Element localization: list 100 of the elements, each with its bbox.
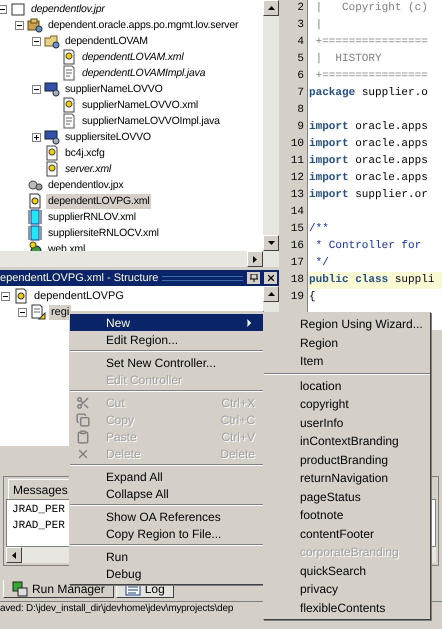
tree-item[interactable]: supplierNameLOVVO [63, 82, 165, 96]
menu-item[interactable]: returnNavigation [264, 469, 430, 488]
tree-item[interactable]: dependentlov.jpx [46, 178, 126, 192]
collapse-icon[interactable] [18, 308, 27, 316]
line-number: 10 [290, 138, 304, 150]
document-icon [61, 113, 77, 129]
pencil-document-icon [30, 304, 46, 320]
line-number: 19 [290, 291, 304, 303]
code-line: { [309, 291, 316, 303]
scroll-left-button[interactable] [6, 547, 22, 563]
menu-item[interactable]: footnote [264, 506, 430, 524]
down-arrow-icon [268, 241, 274, 245]
line-number: 8 [297, 104, 304, 116]
menu-item[interactable]: Region Using Wizard... [264, 315, 430, 334]
column-icon [27, 225, 43, 241]
pin-button[interactable] [247, 272, 260, 284]
close-icon [266, 273, 276, 283]
menu-item[interactable]: Expand All [70, 468, 263, 485]
menu-item[interactable]: Item [264, 352, 430, 370]
file-icon [44, 145, 60, 161]
scroll-right-button[interactable] [247, 251, 263, 267]
tree-item[interactable]: dependentLOVAMImpl.java [80, 66, 208, 80]
tree-item[interactable]: dependentLOVAM.xml [80, 50, 186, 64]
up-arrow-icon [268, 6, 274, 10]
tree-item[interactable]: bc4j.xcfg [63, 146, 107, 160]
close-button[interactable] [264, 272, 277, 284]
database-view-icon [44, 129, 60, 145]
menu-item[interactable]: contentFooter [264, 524, 430, 543]
menu-item[interactable]: quickSearch [264, 562, 430, 580]
menu-item[interactable]: inContextBranding [264, 432, 430, 450]
code-line: import supplier.or [309, 189, 428, 201]
scissors-icon [76, 396, 90, 410]
clipboard-icon [76, 430, 90, 444]
menu-item[interactable]: Run [70, 548, 263, 565]
collapse-icon[interactable] [32, 36, 41, 46]
line-number: 12 [290, 172, 304, 184]
collapse-icon[interactable] [32, 84, 41, 94]
pin-icon [250, 274, 258, 282]
tree-item[interactable]: server.xml [63, 162, 114, 176]
menu-item[interactable]: Copy Region to File... [70, 525, 263, 542]
message-row-text: JRAD_PER [12, 519, 65, 534]
code-line: import oracle.apps [309, 155, 428, 167]
line-number: 11 [290, 155, 304, 167]
folder-icon [44, 33, 60, 49]
vertical-scrollbar[interactable] [263, 0, 279, 251]
line-number: 5 [297, 53, 304, 65]
scroll-down-button[interactable] [263, 235, 279, 251]
code-line: */ [314, 257, 329, 269]
menu-item[interactable]: productBranding [264, 450, 430, 469]
menu-item[interactable]: privacy [264, 580, 430, 598]
tree-item[interactable]: dependentLOVPG.xml [46, 194, 152, 208]
menu-item[interactable]: Show OA References [70, 508, 263, 525]
line-number: 4 [297, 36, 304, 48]
line-number: 9 [297, 121, 304, 133]
line-number: 14 [290, 206, 304, 218]
menu-item[interactable]: New [70, 314, 263, 331]
line-number: 16 [290, 240, 304, 252]
code-line: package supplier.o [309, 87, 428, 99]
collapse-icon[interactable] [0, 4, 7, 14]
menu-item[interactable]: pageStatus [264, 488, 430, 506]
status-text: aved: D:\jdev_install_dir\jdevhome\jdev\myprojects\dep [0, 602, 234, 616]
collapse-icon[interactable] [15, 20, 24, 30]
run-icon [12, 580, 28, 596]
menu-item[interactable]: flexibleContents [264, 598, 430, 617]
tree-item[interactable]: dependentLOVAM [63, 34, 150, 48]
menu-item[interactable]: Edit Region... [70, 331, 263, 348]
code-line: +================ [314, 70, 428, 82]
line-number: 17 [290, 257, 304, 269]
menu-item[interactable]: userInfo [264, 414, 430, 432]
tree-item[interactable]: dependentlov.jpr [29, 2, 107, 16]
code-line: +================ [314, 36, 428, 48]
page-icon [27, 193, 43, 209]
code-line: import oracle.apps [309, 138, 428, 150]
menu-item[interactable]: location [264, 376, 430, 395]
code-line: /** [309, 223, 329, 235]
message-row-text: JRAD_PER [12, 503, 65, 518]
code-line: import oracle.apps [309, 121, 428, 133]
menu-item[interactable]: Set New Controller... [70, 354, 263, 371]
collapse-icon[interactable] [1, 292, 10, 300]
tree-item[interactable]: suppliersiteLOVVO [63, 130, 153, 144]
menu-item[interactable]: copyright [264, 395, 430, 414]
horizontal-scrollbar[interactable] [0, 251, 279, 267]
tree-item[interactable]: regi [49, 304, 72, 320]
document-icon [61, 65, 77, 81]
left-arrow-icon [12, 552, 16, 558]
scroll-up-button[interactable] [263, 286, 279, 302]
menu-item[interactable]: Region [264, 334, 430, 352]
panel-title: ependentLOVPG.xml - Structure [0, 270, 158, 286]
code-line: public class suppli [309, 274, 434, 286]
line-number: 18 [290, 274, 304, 286]
tree-item[interactable]: supplierRNLOV.xml [46, 210, 138, 224]
tree-item[interactable]: dependentLOVPG [32, 288, 126, 304]
scroll-up-button[interactable] [263, 0, 279, 16]
tree-item[interactable]: suppliersiteRNLOCV.xml [46, 226, 161, 240]
tree-item[interactable]: supplierNameLOVVO.xml [80, 98, 200, 112]
tree-item[interactable]: dependent.oracle.apps.po.mgmt.lov.server [46, 18, 240, 32]
menu-item[interactable]: Debug [70, 565, 263, 582]
expand-icon[interactable] [32, 132, 41, 142]
menu-item[interactable]: Collapse All [70, 485, 263, 502]
tree-item[interactable]: supplierNameLOVVOImpl.java [80, 114, 222, 128]
